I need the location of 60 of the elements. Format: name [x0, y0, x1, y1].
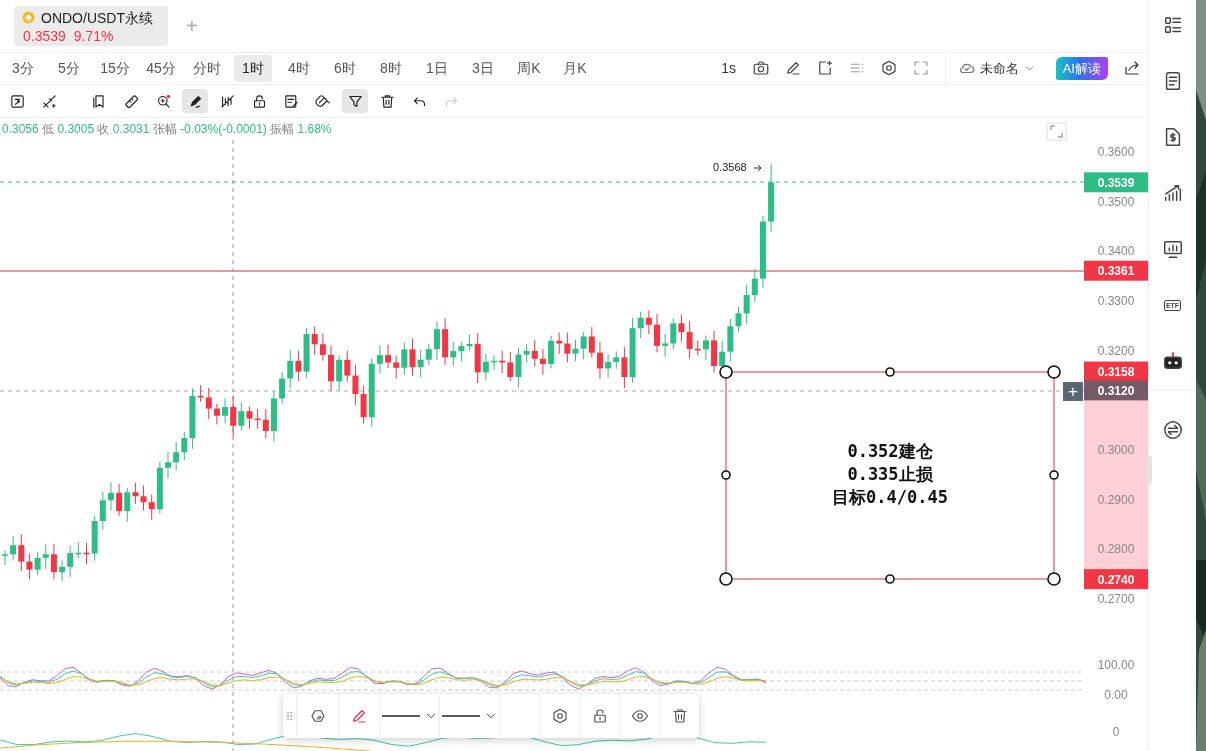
price-tick: 0.3600 — [1097, 145, 1135, 159]
price-tick: 0.3300 — [1097, 294, 1135, 308]
note-text: 0.352建仓 0.335止损 目标0.4/0.45 — [832, 441, 948, 507]
price-tag: 0.3539 — [1084, 172, 1148, 193]
interval-tab[interactable]: 3日 — [460, 54, 506, 82]
settings-icon[interactable] — [551, 707, 569, 725]
swap-icon[interactable] — [1161, 419, 1184, 441]
interval-tab[interactable]: 分时 — [184, 54, 230, 82]
line-style-dropdown[interactable] — [380, 694, 440, 738]
monitor-chart-icon[interactable] — [1161, 238, 1184, 260]
interval-tab[interactable]: 1时 — [234, 54, 272, 82]
interval-tab[interactable]: 5分 — [46, 54, 92, 82]
price-tag: 0.3361 — [1084, 260, 1148, 281]
interval-tab[interactable]: 6时 — [322, 54, 368, 82]
rectangle-drawing[interactable] — [719, 365, 1061, 586]
price-tick: 0.2800 — [1097, 542, 1135, 557]
camera-icon[interactable] — [751, 59, 770, 78]
interval-tab[interactable]: 45分 — [138, 54, 184, 82]
price-tick: 0.3500 — [1097, 194, 1135, 209]
interval-tab[interactable]: 月K — [552, 54, 598, 82]
interval-tab[interactable]: 3分 — [0, 54, 46, 82]
price-tick: 0.3000 — [1097, 443, 1135, 457]
interval-tab[interactable]: 4时 — [276, 54, 322, 82]
interval-tab[interactable]: 15分 — [92, 54, 138, 82]
price-tag: 0.2740 — [1084, 569, 1148, 590]
arrow-icon — [753, 164, 762, 172]
delete-icon[interactable] — [670, 707, 689, 725]
symbol-tab[interactable]: ONDO/USDT永续 0.3539 9.71% — [14, 5, 168, 46]
price-tag: 0.3158 — [1084, 361, 1148, 382]
share-icon[interactable] — [1123, 59, 1141, 78]
visibility-icon[interactable] — [630, 707, 649, 725]
ohlc-text: 0.3056 低 0.3005 收 0.3031 张幅 -0.03%(-0.0001) 振幅 1.68% — [2, 122, 332, 136]
price-tick: 0.2700 — [1097, 592, 1135, 606]
interval-tab[interactable]: 周K — [506, 54, 552, 82]
add-button[interactable]: + — [1063, 382, 1083, 401]
symbol-name: ONDO/USDT永续 — [41, 8, 153, 27]
interval-tab[interactable]: 8时 — [368, 54, 414, 82]
price-tick: 0.2900 — [1097, 492, 1135, 507]
layout-dropdown[interactable]: 未命名 — [951, 58, 1042, 79]
line-sample-icon — [381, 714, 420, 718]
pencil-icon[interactable] — [350, 707, 368, 725]
unlock-icon[interactable] — [591, 707, 609, 725]
indicator-tick: 100.00 — [1097, 658, 1135, 672]
ai-button[interactable]: AI解读 — [1055, 56, 1108, 81]
price-tick: 0.3200 — [1097, 343, 1135, 358]
price-text: 0.3539 — [23, 26, 66, 45]
price-tag: 0.3120 — [1084, 380, 1148, 401]
indicator-tick: 0.00 — [1104, 688, 1128, 702]
line-width-dropdown[interactable] — [440, 694, 500, 738]
refresh-rate[interactable]: 1s — [712, 57, 745, 79]
line-sample-icon — [441, 714, 480, 718]
indicator-tick: 0 — [1112, 725, 1120, 739]
coin-icon — [22, 11, 35, 25]
interval-tab[interactable]: 1日 — [414, 54, 460, 82]
collapse-handle[interactable] — [1147, 456, 1152, 484]
high-price-label: 0.3568 — [713, 161, 747, 173]
change-text: 9.71% — [73, 26, 114, 45]
settings-icon[interactable] — [879, 59, 898, 78]
price-tick: 0.3400 — [1097, 244, 1135, 259]
robot-icon[interactable] — [1161, 350, 1184, 372]
